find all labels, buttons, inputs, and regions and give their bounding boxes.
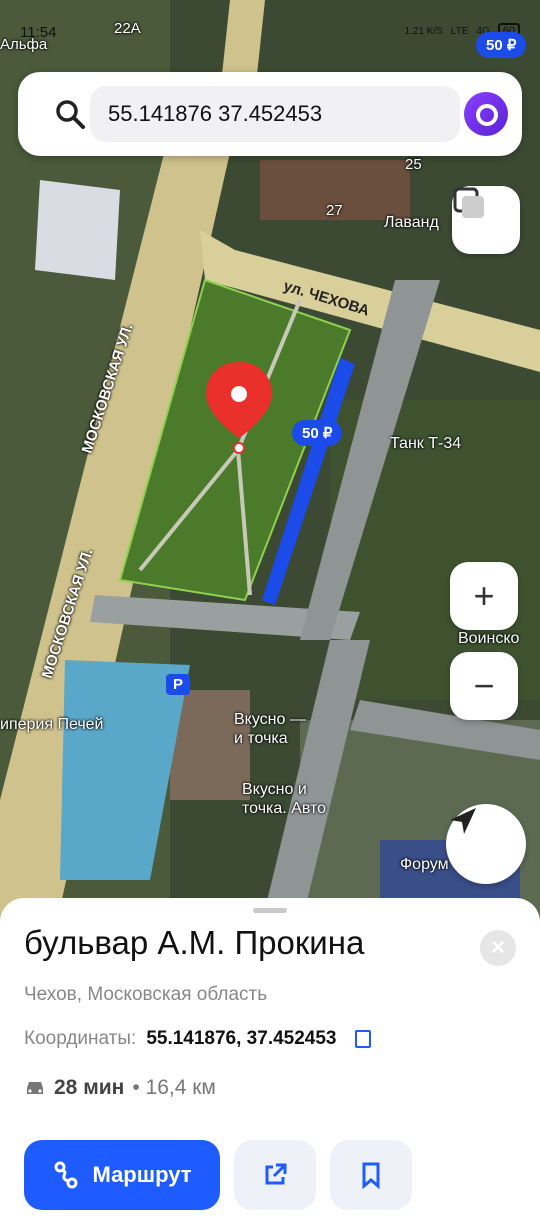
distance: • 16,4 км (132, 1076, 216, 1099)
map-label-alfa[interactable]: Альфа (0, 36, 47, 53)
share-button[interactable] (234, 1140, 316, 1210)
search-input[interactable]: 55.141876 37.452453 (90, 86, 460, 142)
coordinates-row: Координаты: 55.141876, 37.452453 (24, 1028, 371, 1050)
status-bar: 11:54 1.21 K/S LTE 4G 60 (0, 18, 540, 46)
copy-icon[interactable] (354, 1030, 371, 1048)
drive-time: 28 мин (54, 1076, 125, 1099)
coordinates-value[interactable]: 55.141876, 37.452453 (146, 1028, 336, 1050)
navigation-arrow-icon (450, 808, 476, 834)
place-title: бульвар А.М. Прокина (24, 924, 365, 961)
search-bar[interactable]: 55.141876 37.452453 (18, 72, 522, 156)
place-subtitle: Чехов, Московская область (24, 984, 268, 1005)
map-label-vkusno-2[interactable]: Вкусно и точка. Авто (242, 780, 326, 818)
car-icon (27, 1082, 43, 1094)
lte-indicator: LTE (450, 25, 469, 37)
layers-button[interactable] (452, 186, 520, 254)
map-label-vkusno-1[interactable]: Вкусно — и точка (234, 710, 306, 748)
bookmark-button[interactable] (330, 1140, 412, 1210)
map-label-voinsk[interactable]: Воинско (458, 630, 519, 648)
parking-price-badge-top[interactable]: 50 ₽ (476, 32, 527, 58)
bookmark-icon (362, 1162, 380, 1189)
search-icon[interactable] (54, 98, 86, 130)
share-icon (265, 1163, 287, 1185)
map-label-imperiya[interactable]: иперия Печей (0, 716, 103, 734)
close-button[interactable]: × (480, 930, 516, 966)
map-label-building-27: 27 (326, 202, 343, 219)
drag-handle[interactable] (253, 908, 287, 913)
route-button[interactable]: Маршрут (24, 1140, 220, 1210)
zoom-in-button[interactable]: + (450, 562, 518, 630)
my-location-button[interactable] (446, 804, 526, 884)
location-pin-icon[interactable] (204, 360, 274, 456)
map-label-forum[interactable]: Форум (400, 856, 449, 874)
map-label-tank[interactable]: Танк Т-34 (390, 435, 461, 453)
network-speed: 1.21 K/S (404, 25, 443, 37)
place-card: бульвар А.М. Прокина × Чехов, Московская… (0, 898, 540, 1230)
map-label-lavanda[interactable]: Лаванд (384, 214, 439, 232)
parking-icon[interactable]: P (166, 674, 191, 695)
map-label-route: 22A (114, 20, 141, 37)
parking-price-badge[interactable]: 50 ₽ (292, 420, 343, 446)
plus-icon: + (473, 575, 495, 616)
drive-info: 28 мин • 16,4 км (24, 1076, 216, 1100)
layers-icon (453, 187, 484, 218)
route-button-label: Маршрут (92, 1162, 192, 1187)
close-icon: × (490, 934, 505, 961)
map-view[interactable]: 11:54 1.21 K/S LTE 4G 60 55.141876 37.45… (0, 0, 540, 930)
alice-assistant-icon[interactable] (464, 92, 508, 136)
map-label-building-25: 25 (405, 156, 422, 173)
route-icon (54, 1161, 78, 1189)
zoom-out-button[interactable]: − (450, 652, 518, 720)
minus-icon: − (473, 665, 495, 706)
coordinates-label: Координаты: (24, 1028, 137, 1049)
